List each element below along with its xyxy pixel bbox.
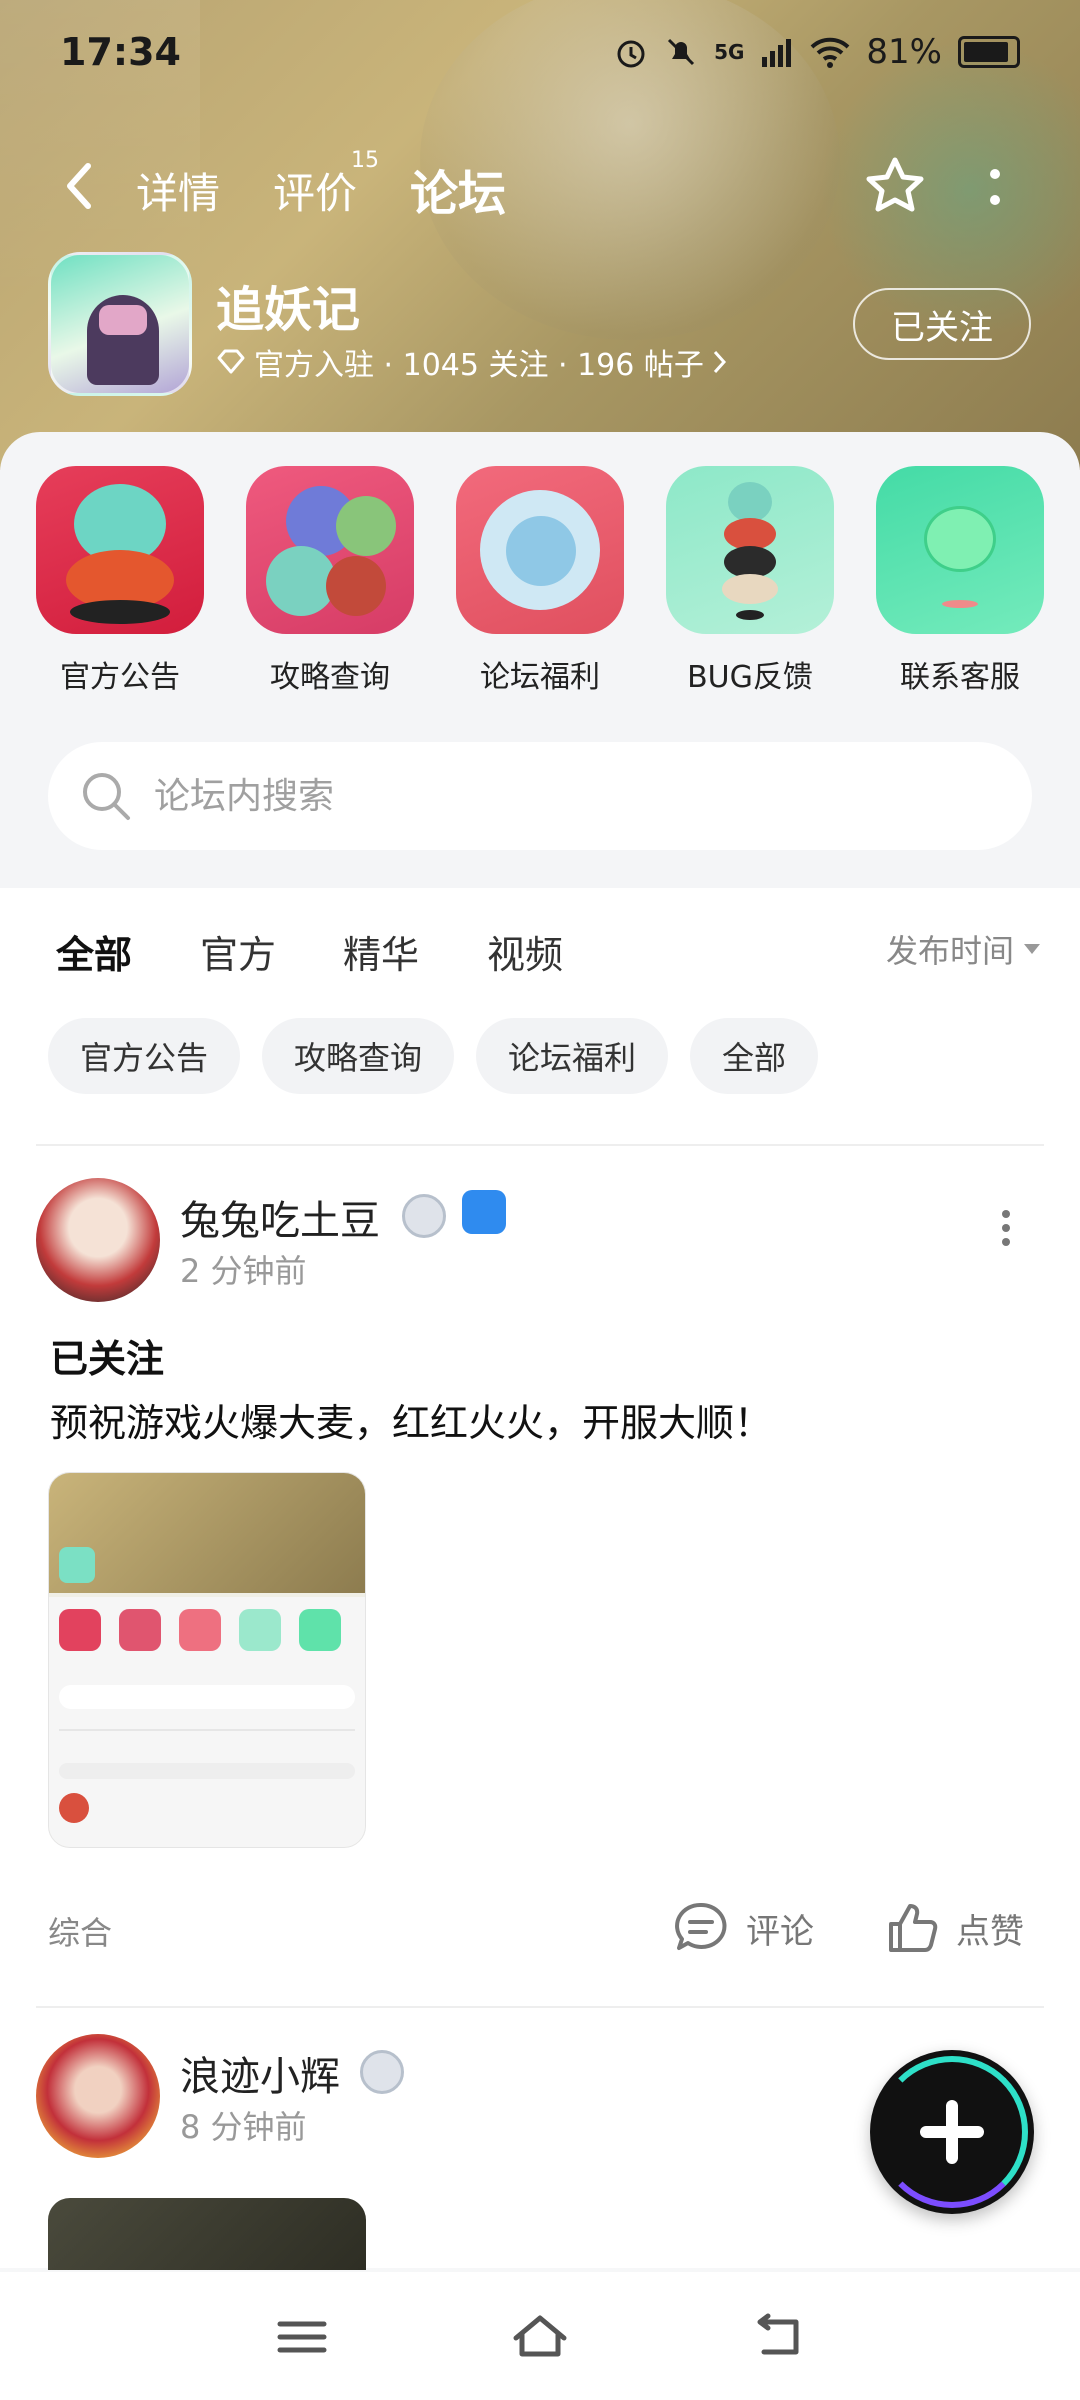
- category-chips: 官方公告 攻略查询 论坛福利 全部: [48, 1018, 819, 1094]
- avatar[interactable]: [36, 2034, 160, 2158]
- battery-icon: [958, 36, 1020, 68]
- post-body[interactable]: 预祝游戏火爆大麦，红红火火，开服大顺！: [50, 1392, 772, 1447]
- quick-link-announcements[interactable]: 官方公告: [36, 466, 204, 696]
- star-icon: [866, 157, 924, 212]
- quick-link-label: 联系客服: [900, 660, 1020, 695]
- quick-link-benefits[interactable]: 论坛福利: [456, 466, 624, 696]
- post-time: 8 分钟前: [180, 2108, 307, 2146]
- level-badge-icon: [402, 1194, 446, 1238]
- post-title[interactable]: 已关注: [50, 1328, 164, 1383]
- post-author[interactable]: 浪迹小辉: [180, 2044, 340, 2102]
- feed-tab-video[interactable]: 视频: [487, 924, 563, 979]
- bug-report-icon: [666, 466, 834, 634]
- tab-review[interactable]: 评价 15: [273, 148, 379, 221]
- back-nav-button[interactable]: [750, 2312, 810, 2362]
- post-more-button[interactable]: [996, 1208, 1016, 1248]
- avatar[interactable]: [36, 1178, 160, 1302]
- network-label: 5G: [714, 40, 745, 64]
- feed-tab-all[interactable]: 全部: [56, 924, 133, 985]
- search-input[interactable]: [154, 775, 954, 817]
- top-nav: 详情 评价 15 论坛: [0, 140, 1080, 230]
- game-meta[interactable]: 官方入驻 · 1045 关注 · 196 帖子: [216, 340, 728, 384]
- menu-button[interactable]: [272, 2312, 332, 2362]
- quick-link-label: 论坛福利: [480, 660, 600, 695]
- home-icon: [513, 2315, 567, 2357]
- quick-link-guides[interactable]: 攻略查询: [246, 466, 414, 696]
- quick-link-label: BUG反馈: [687, 660, 813, 695]
- post-image[interactable]: [48, 1472, 366, 1848]
- sort-label: 发布时间: [885, 932, 1014, 970]
- favorite-button[interactable]: [860, 152, 930, 222]
- chip-all[interactable]: 全部: [690, 1018, 819, 1094]
- caret-down-icon: [1024, 944, 1040, 954]
- post-author[interactable]: 兔兔吃土豆: [180, 1188, 380, 1246]
- post-category[interactable]: 综合: [48, 1908, 112, 1954]
- more-vertical-icon: [1002, 1210, 1010, 1246]
- wifi-icon: [811, 37, 850, 68]
- home-button[interactable]: [510, 2312, 570, 2362]
- review-count: 15: [351, 148, 380, 173]
- feed-tab-featured[interactable]: 精华: [343, 924, 419, 979]
- battery-level: 81%: [866, 32, 942, 72]
- support-icon: [876, 466, 1044, 634]
- chevron-right-icon: [713, 350, 726, 374]
- game-name: 追妖记: [216, 282, 361, 338]
- status-icons: 5G 81%: [614, 32, 1020, 72]
- level-badge-icon: [360, 2050, 404, 2094]
- comment-label: 评论: [746, 1911, 814, 1952]
- status-time: 17:34: [60, 30, 181, 74]
- menu-icon: [277, 2321, 327, 2353]
- back-button[interactable]: [56, 158, 106, 214]
- alarm-icon: [617, 40, 645, 68]
- game-meta-text: 官方入驻 · 1045 关注 · 196 帖子: [254, 348, 704, 383]
- quick-link-support[interactable]: 联系客服: [876, 466, 1044, 696]
- chevron-left-icon: [67, 163, 91, 209]
- follow-button[interactable]: 已关注: [853, 288, 1031, 360]
- more-vertical-icon: [990, 169, 1000, 205]
- sort-dropdown[interactable]: 发布时间: [886, 926, 1040, 972]
- thumbs-up-icon: [889, 1904, 938, 1952]
- diamond-icon: [217, 349, 245, 374]
- gamepad-badge-icon: [462, 1190, 506, 1234]
- new-post-button[interactable]: [870, 2050, 1034, 2214]
- chip-benefits[interactable]: 论坛福利: [476, 1018, 669, 1094]
- like-label: 点赞: [956, 1911, 1024, 1952]
- system-nav-bar: [0, 2272, 1080, 2400]
- comment-icon: [675, 1902, 727, 1950]
- game-icon: [48, 252, 192, 396]
- divider: [36, 1144, 1044, 1146]
- signal-icon: [762, 39, 792, 67]
- guide-icon: [246, 466, 414, 634]
- feed-tab-label: 全部: [56, 933, 133, 977]
- tab-forum-label: 论坛: [410, 166, 507, 222]
- chip-guides[interactable]: 攻略查询: [262, 1018, 455, 1094]
- tab-review-label: 评价: [273, 169, 358, 218]
- benefits-icon: [456, 466, 624, 634]
- mute-icon: [668, 38, 695, 66]
- tab-forum[interactable]: 论坛: [410, 154, 507, 228]
- forum-search[interactable]: [48, 742, 1032, 850]
- announcement-icon: [36, 466, 204, 634]
- tab-detail[interactable]: 详情: [136, 160, 220, 221]
- post-image[interactable]: [48, 2198, 366, 2270]
- like-button[interactable]: 点赞: [884, 1900, 1024, 1956]
- quick-link-label: 官方公告: [60, 660, 180, 695]
- quick-link-label: 攻略查询: [270, 660, 390, 695]
- return-icon: [757, 2313, 799, 2355]
- status-bar: 17:34 5G 81%: [0, 0, 1080, 110]
- feed-tab-official[interactable]: 官方: [200, 924, 276, 979]
- divider: [36, 2006, 1044, 2008]
- post-time: 2 分钟前: [180, 1252, 307, 1290]
- quick-link-bug-report[interactable]: BUG反馈: [666, 466, 834, 696]
- chip-announcements[interactable]: 官方公告: [48, 1018, 241, 1094]
- more-button[interactable]: [980, 164, 1010, 214]
- comment-button[interactable]: 评论: [672, 1900, 814, 1956]
- search-icon: [83, 773, 130, 820]
